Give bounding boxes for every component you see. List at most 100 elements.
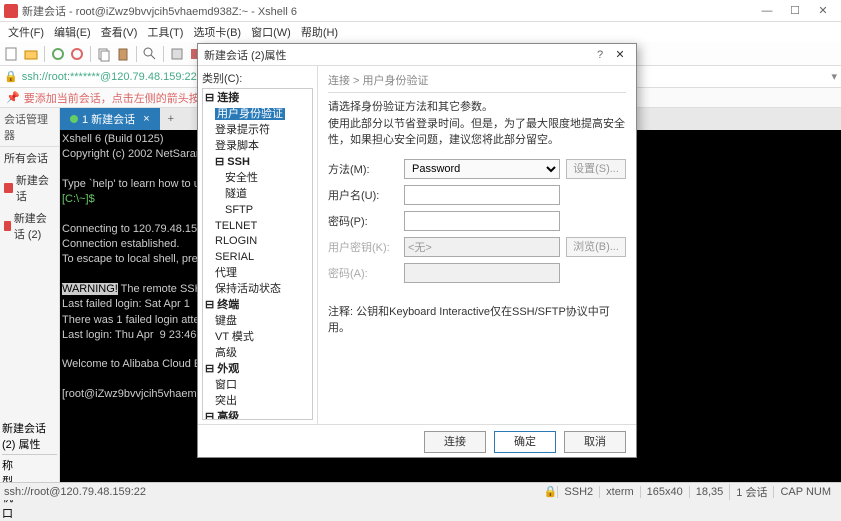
dialog-close-button[interactable]: ✕ — [610, 48, 630, 61]
prop-row: 口 — [2, 505, 57, 521]
status-dot-icon — [70, 115, 78, 123]
separator — [90, 46, 91, 62]
menu-edit[interactable]: 编辑(E) — [50, 22, 95, 42]
paste-icon[interactable] — [115, 46, 131, 62]
tree-tunnel[interactable]: 隧道 — [205, 187, 310, 203]
close-button[interactable]: ✕ — [809, 1, 837, 21]
userkey-row: 用户密钥(K): 浏览(B)... — [328, 237, 626, 257]
breadcrumb: 连接 > 用户身份验证 — [328, 72, 626, 93]
note-text: 注释: 公钥和Keyboard Interactive仅在SSH/SFTP协议中… — [328, 303, 626, 335]
props-icon[interactable] — [169, 46, 185, 62]
pin-icon[interactable]: 📌 — [6, 91, 20, 104]
prop-row: 称 — [2, 457, 57, 473]
tab-session[interactable]: 1 新建会话 × — [60, 108, 160, 130]
menu-tools[interactable]: 工具(T) — [143, 22, 187, 42]
tree-advanced1[interactable]: 高级 — [205, 346, 310, 362]
tree-highlight[interactable]: 突出 — [205, 394, 310, 410]
tree-connect[interactable]: ⊟ 连接 — [205, 91, 310, 107]
search-icon[interactable] — [142, 46, 158, 62]
userkey-input — [404, 237, 560, 257]
username-input[interactable] — [404, 185, 560, 205]
tree-advanced[interactable]: ⊟ 高级 — [205, 410, 310, 420]
setup-button[interactable]: 设置(S)... — [566, 159, 626, 179]
category-label: 类别(C): — [202, 70, 313, 86]
session-item[interactable]: 新建会话 (2) — [0, 207, 59, 245]
password-input[interactable] — [404, 211, 560, 231]
tree-terminal[interactable]: ⊟ 终端 — [205, 298, 310, 314]
menu-view[interactable]: 查看(V) — [97, 22, 142, 42]
dialog-title: 新建会话 (2)属性 — [204, 47, 590, 63]
reconnect-icon[interactable] — [50, 46, 66, 62]
label: 新建会话 (2) — [14, 210, 55, 242]
settings-panel: 连接 > 用户身份验证 请选择身份验证方法和其它参数。 使用此部分以节省登录时间… — [318, 66, 636, 424]
method-select[interactable]: Password — [404, 159, 560, 179]
browse-button: 浏览(B)... — [566, 237, 626, 257]
username-row: 用户名(U): — [328, 185, 626, 205]
app-icon — [4, 4, 18, 18]
connect-button[interactable]: 连接 — [424, 431, 486, 453]
disconnect-icon[interactable] — [69, 46, 85, 62]
tree-serial[interactable]: SERIAL — [205, 250, 310, 266]
tree-loginprompt[interactable]: 登录提示符 — [205, 123, 310, 139]
description: 请选择身份验证方法和其它参数。 使用此部分以节省登录时间。但是，为了最大限度地提… — [328, 99, 626, 149]
status-bar: ssh://root@120.79.48.159:22 🔒 SSH2 xterm… — [0, 482, 841, 500]
passphrase-label: 密码(A): — [328, 265, 398, 281]
menubar: 文件(F) 编辑(E) 查看(V) 工具(T) 选项卡(B) 窗口(W) 帮助(… — [0, 22, 841, 42]
tree-ssh[interactable]: ⊟ SSH — [205, 155, 310, 171]
separator — [136, 46, 137, 62]
username-label: 用户名(U): — [328, 187, 398, 203]
tree-auth[interactable]: 用户身份验证 — [205, 107, 310, 123]
tree-security[interactable]: 安全性 — [205, 171, 310, 187]
tree-telnet[interactable]: TELNET — [205, 219, 310, 235]
status-protocol: SSH2 — [557, 486, 599, 498]
dropdown-icon[interactable]: ▾ — [831, 70, 837, 83]
prop-title: 新建会话 (2) 属性 — [2, 420, 57, 455]
menu-file[interactable]: 文件(F) — [4, 22, 48, 42]
password-label: 密码(P): — [328, 213, 398, 229]
category-panel: 类别(C): ⊟ 连接 用户身份验证 登录提示符 登录脚本 ⊟ SSH 安全性 … — [198, 66, 318, 424]
copy-icon[interactable] — [96, 46, 112, 62]
session-icon — [4, 183, 13, 193]
dialog-titlebar: 新建会话 (2)属性 ? ✕ — [198, 44, 636, 66]
tree-keepalive[interactable]: 保持活动状态 — [205, 282, 310, 298]
tree-sftp[interactable]: SFTP — [205, 203, 310, 219]
menu-tabs[interactable]: 选项卡(B) — [189, 22, 245, 42]
minimize-button[interactable]: — — [753, 1, 781, 21]
tree-proxy[interactable]: 代理 — [205, 266, 310, 282]
tree-rlogin[interactable]: RLOGIN — [205, 234, 310, 250]
tree-appearance[interactable]: ⊟ 外观 — [205, 362, 310, 378]
tree-keyboard[interactable]: 键盘 — [205, 314, 310, 330]
separator — [163, 46, 164, 62]
label: 所有会话 — [4, 150, 48, 166]
lock-icon: 🔒 — [4, 70, 18, 83]
menu-window[interactable]: 窗口(W) — [247, 22, 295, 42]
properties-dialog: 新建会话 (2)属性 ? ✕ 类别(C): ⊟ 连接 用户身份验证 登录提示符 … — [197, 43, 637, 458]
titlebar: 新建会话 - root@iZwz9bvvjcih5vhaemd938Z:~ - … — [0, 0, 841, 22]
maximize-button[interactable]: ☐ — [781, 1, 809, 21]
tree-loginscript[interactable]: 登录脚本 — [205, 139, 310, 155]
window-title: 新建会话 - root@iZwz9bvvjcih5vhaemd938Z:~ - … — [22, 3, 753, 19]
dialog-footer: 连接 确定 取消 — [198, 424, 636, 458]
tab-close-icon[interactable]: × — [143, 113, 149, 125]
passphrase-row: 密码(A): — [328, 263, 626, 283]
method-label: 方法(M): — [328, 161, 398, 177]
hint-text: 要添加当前会话，点击左侧的箭头按钮。 — [24, 90, 222, 106]
tree-vtmode[interactable]: VT 模式 — [205, 330, 310, 346]
new-icon[interactable] — [4, 46, 20, 62]
properties-panel: 新建会话 (2) 属性 称 型 机 口 — [0, 418, 60, 480]
open-icon[interactable] — [23, 46, 39, 62]
session-item[interactable]: 新建会话 — [0, 169, 59, 207]
separator — [44, 46, 45, 62]
desc-line: 使用此部分以节省登录时间。但是，为了最大限度地提高安全性，如果担心安全问题，建议… — [328, 116, 626, 149]
category-tree[interactable]: ⊟ 连接 用户身份验证 登录提示符 登录脚本 ⊟ SSH 安全性 隧道 SFTP… — [202, 88, 313, 420]
new-tab-button[interactable]: + — [160, 110, 182, 128]
all-sessions[interactable]: 所有会话 — [0, 147, 59, 169]
tab-label: 1 新建会话 — [82, 111, 135, 127]
status-size: 165x40 — [640, 486, 689, 498]
dialog-help-button[interactable]: ? — [590, 49, 610, 61]
ok-button[interactable]: 确定 — [494, 431, 556, 453]
menu-help[interactable]: 帮助(H) — [297, 22, 342, 42]
cancel-button[interactable]: 取消 — [564, 431, 626, 453]
tree-window[interactable]: 窗口 — [205, 378, 310, 394]
lock-icon: 🔒 — [544, 485, 558, 498]
